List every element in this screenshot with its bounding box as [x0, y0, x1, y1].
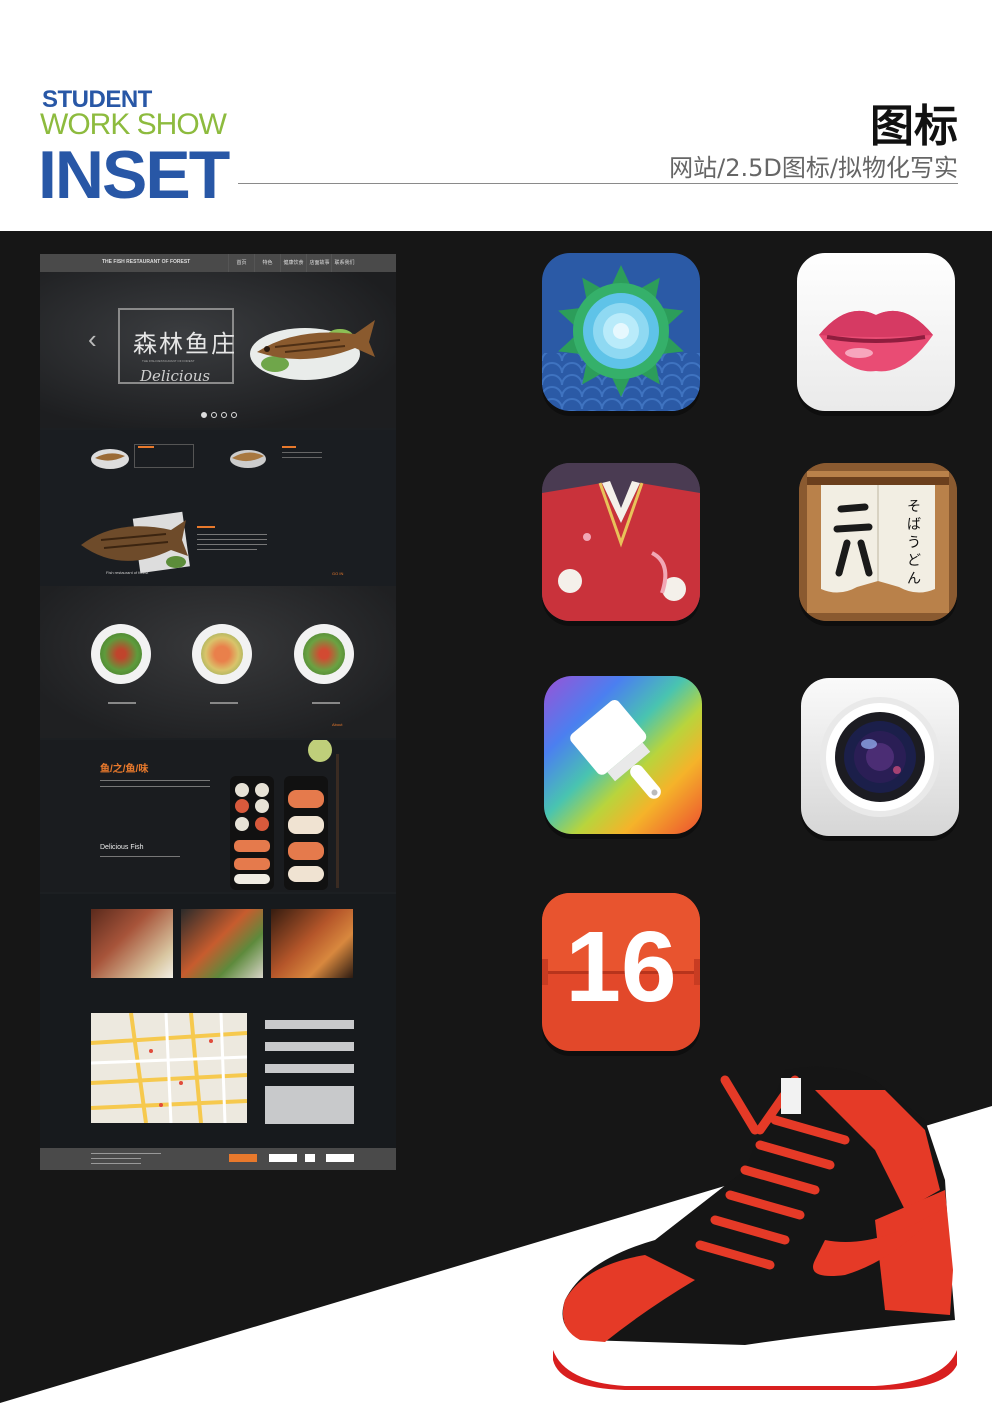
mockup-contact-section	[40, 1002, 396, 1148]
lips-icon[interactable]	[797, 253, 955, 411]
page-title: 图标	[870, 101, 958, 152]
mockup-nav-item[interactable]: 首页	[228, 254, 254, 272]
lotus-icon[interactable]	[542, 253, 700, 411]
svg-text:う: う	[907, 535, 921, 551]
sneaker-image	[553, 1066, 957, 1390]
brand-inset: INSET	[38, 137, 230, 213]
carousel-prev-icon[interactable]: ‹	[88, 324, 97, 355]
kimono-icon[interactable]	[542, 463, 700, 621]
fish-text-line	[100, 786, 210, 787]
mockup-hero: ‹ 森林鱼庄 THE FISH RESTAURANT OF FOREST Del…	[40, 272, 396, 428]
fish-text-line	[100, 780, 210, 781]
gallery-photo[interactable]	[271, 909, 353, 978]
plate-caption-line	[312, 702, 340, 704]
feature-text-line	[197, 539, 267, 540]
plate-caption-line	[210, 702, 238, 704]
feature-accent	[197, 526, 215, 528]
fish-text-line	[100, 856, 180, 857]
noren-icon[interactable]: そ ば う ど ん	[799, 463, 957, 621]
mockup-logo-subtext: THE FISH RESTAURANT OF FOREST	[142, 359, 195, 363]
mockup-footer	[40, 1148, 396, 1170]
form-input-phone[interactable]	[265, 1042, 354, 1051]
salmon-plate	[192, 624, 252, 684]
dish-text-line	[282, 452, 322, 453]
gallery-photo[interactable]	[181, 909, 263, 978]
mockup-dishes-section: Fish restaurant of forest GO IN	[40, 430, 396, 586]
feature-text-line	[197, 549, 257, 550]
calendar-icon[interactable]: 16	[542, 893, 700, 1051]
mockup-nav-item[interactable]: 健康饮食	[280, 254, 306, 272]
carousel-dot[interactable]	[201, 412, 207, 418]
partner-logo[interactable]	[229, 1154, 257, 1162]
footer-text-line	[91, 1163, 141, 1164]
fish-heading: Delicious Fish	[100, 844, 144, 851]
carousel-dot[interactable]	[211, 412, 217, 418]
svg-text:ん: ん	[907, 571, 921, 587]
camera-icon[interactable]	[801, 678, 959, 836]
fish-title: 鱼/之/鱼/味	[100, 764, 149, 775]
dish-text-accent	[282, 446, 296, 448]
paint-brush-icon[interactable]	[544, 676, 702, 834]
carousel-dot[interactable]	[221, 412, 227, 418]
svg-text:ば: ば	[907, 517, 921, 533]
mockup-nav-title: THE FISH RESTAURANT OF FOREST	[102, 259, 191, 265]
sushi-image	[230, 740, 339, 890]
website-mockup: THE FISH RESTAURANT OF FOREST 首页 特色 健康饮食…	[40, 254, 396, 1170]
mockup-nav-item[interactable]: 店面故事	[306, 254, 332, 272]
dish-thumbnail	[230, 450, 266, 468]
map-image[interactable]	[91, 1013, 247, 1123]
about-link[interactable]: About	[332, 722, 342, 727]
partner-logo[interactable]	[305, 1154, 315, 1162]
dish-text-accent	[138, 446, 154, 448]
gallery-photo[interactable]	[91, 909, 173, 978]
header-divider	[238, 183, 958, 184]
form-message-textarea[interactable]	[265, 1086, 354, 1124]
go-in-link[interactable]: GO IN	[332, 571, 343, 576]
form-input-email[interactable]	[265, 1064, 354, 1073]
feature-text-line	[197, 544, 267, 545]
mockup-hero-tagline: Delicious	[140, 367, 211, 385]
feature-caption: Fish restaurant of forest	[106, 570, 149, 575]
dish-thumbnail	[91, 449, 129, 469]
svg-text:ど: ど	[907, 553, 921, 569]
salad-plate	[294, 624, 354, 684]
plate-caption-line	[108, 702, 136, 704]
svg-text:そ: そ	[907, 499, 921, 515]
calendar-day: 16	[565, 911, 677, 1023]
mockup-gallery-section	[40, 894, 396, 1002]
footer-text-line	[91, 1158, 141, 1159]
feature-text-line	[197, 534, 267, 535]
mockup-fish-section: 鱼/之/鱼/味 Delicious Fish	[40, 740, 396, 892]
mockup-nav-item[interactable]: 联系我们	[331, 254, 357, 272]
mockup-plates-section: About	[40, 586, 396, 738]
mockup-nav-item[interactable]: 特色	[254, 254, 280, 272]
carousel-dot[interactable]	[231, 412, 237, 418]
page-subtitle: 网站/2.5D图标/拟物化写实	[669, 154, 958, 182]
mockup-nav-bar: THE FISH RESTAURANT OF FOREST 首页 特色 健康饮食…	[40, 254, 396, 272]
grilled-fish-image	[250, 320, 375, 380]
form-input-name[interactable]	[265, 1020, 354, 1029]
partner-logo[interactable]	[326, 1154, 354, 1162]
mockup-logo-text: 森林鱼庄	[133, 330, 237, 358]
footer-text-line	[91, 1153, 161, 1154]
salad-plate	[91, 624, 151, 684]
partner-logo[interactable]	[269, 1154, 297, 1162]
dish-text-line	[282, 457, 322, 458]
